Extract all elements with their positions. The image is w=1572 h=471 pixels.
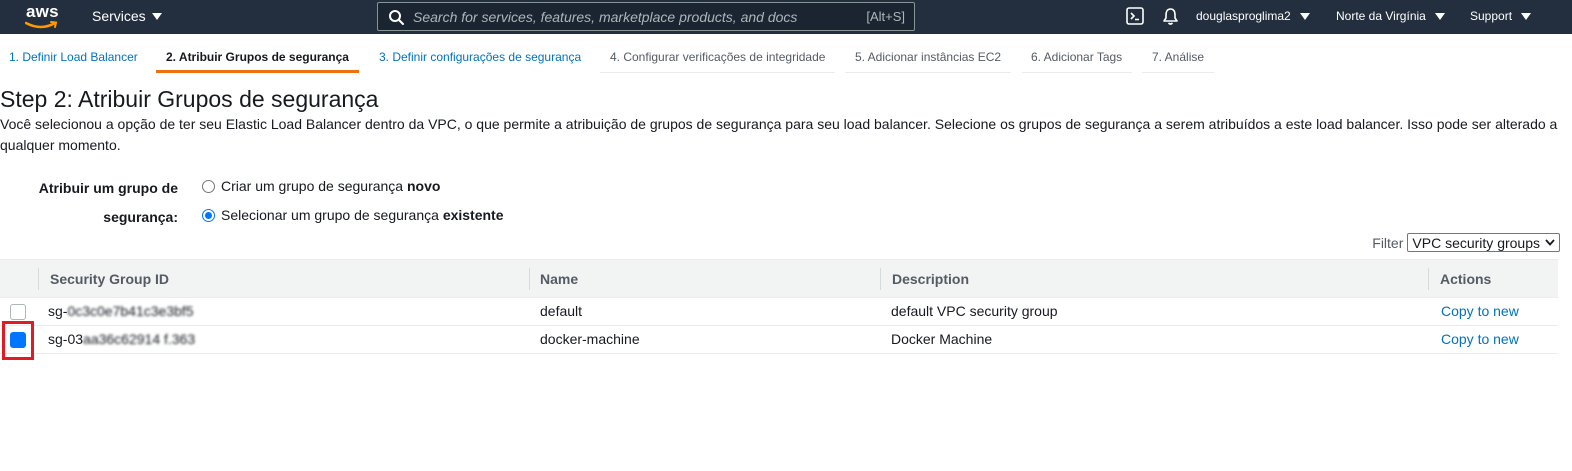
step-4-health-check: 4. Configurar verificações de integridad… [600, 44, 836, 73]
radio-button[interactable] [202, 179, 215, 193]
services-label: Services [92, 8, 146, 24]
step-7-review: 7. Análise [1142, 44, 1215, 73]
step-1-define-load-balancer[interactable]: 1. Definir Load Balancer [9, 44, 138, 73]
column-divider [880, 268, 881, 290]
security-group-name: default [540, 303, 583, 319]
column-header-security-group-id[interactable]: Security Group ID [50, 271, 169, 287]
search-shortcut: [Alt+S] [866, 9, 905, 24]
security-group-description: default VPC security group [891, 303, 1058, 319]
top-navigation-bar: aws Services Search for services, featur… [0, 0, 1572, 34]
chevron-down-icon [151, 12, 162, 20]
search-input[interactable]: Search for services, features, marketpla… [377, 2, 915, 31]
assign-group-label-line2: segurança: [103, 209, 178, 225]
step-3-security-settings[interactable]: 3. Definir configurações de segurança [379, 44, 581, 73]
radio-create-new-group[interactable]: Criar um grupo de segurança novo [202, 178, 440, 194]
filter-select-value: VPC security groups [1412, 234, 1540, 251]
column-header-description[interactable]: Description [892, 271, 969, 287]
column-divider [1428, 268, 1429, 290]
aws-logo-text: aws [26, 2, 59, 21]
column-divider [38, 268, 39, 290]
security-group-id-obscured: aa36c62914 f.363 [83, 331, 196, 347]
chevron-down-icon [1545, 239, 1555, 246]
page-description: Você selecionou a opção de ter seu Elast… [0, 116, 1558, 153]
support-menu[interactable]: Support [1470, 9, 1532, 23]
wizard-steps: 1. Definir Load Balancer 2. Atribuir Gru… [0, 44, 1572, 74]
search-icon [389, 10, 404, 25]
radio-button-selected[interactable] [202, 208, 215, 222]
aws-smile-icon [25, 21, 58, 29]
security-group-id-obscured: 0c3c0e7b41c3e3bf5 [67, 303, 194, 319]
table-header: Security Group ID Name Description Actio… [0, 259, 1558, 298]
security-group-id-prefix: sg- [48, 303, 68, 319]
page-title: Step 2: Atribuir Grupos de segurança [0, 86, 379, 112]
aws-logo[interactable]: aws [24, 2, 60, 30]
radio-select-existing-group[interactable]: Selecionar um grupo de segurança existen… [202, 207, 504, 223]
region-name: Norte da Virgínia [1336, 9, 1426, 23]
table-row[interactable]: sg-0c3c0e7b41c3e3bf5 default default VPC… [0, 298, 1558, 326]
step-2-assign-security-groups[interactable]: 2. Atribuir Grupos de segurança [156, 44, 359, 73]
column-divider [529, 268, 530, 290]
bell-icon[interactable] [1162, 7, 1179, 26]
services-menu[interactable]: Services [92, 8, 162, 24]
table-row[interactable]: sg-03aa36c62914 f.363 docker-machine Doc… [0, 326, 1558, 354]
support-label: Support [1470, 9, 1513, 23]
security-group-id-prefix: sg-03 [48, 331, 84, 347]
copy-to-new-link[interactable]: Copy to new [1441, 303, 1519, 319]
column-header-actions: Actions [1440, 271, 1492, 287]
account-name: douglasproglima2 [1196, 9, 1291, 23]
chevron-down-icon [1434, 12, 1445, 20]
security-group-description: Docker Machine [891, 331, 993, 347]
filter-control: Filter VPC security groups [1372, 233, 1560, 252]
radio-create-label-bold: novo [407, 178, 441, 194]
security-group-id: sg-0c3c0e7b41c3e3bf5 [48, 303, 194, 319]
filter-select[interactable]: VPC security groups [1407, 233, 1560, 252]
cloudshell-icon[interactable] [1126, 7, 1144, 25]
chevron-down-icon [1521, 12, 1532, 20]
security-group-id: sg-03aa36c62914 f.363 [48, 331, 195, 347]
step-5-add-ec2-instances: 5. Adicionar instâncias EC2 [845, 44, 1012, 73]
column-header-name[interactable]: Name [540, 271, 578, 287]
assign-group-label: Atribuir um grupo de segurança: [20, 177, 178, 228]
security-group-name: docker-machine [540, 331, 640, 347]
filter-label: Filter [1372, 234, 1404, 251]
radio-existing-label: Selecionar um grupo de segurança [221, 207, 443, 223]
row-checkbox[interactable] [10, 304, 26, 320]
copy-to-new-link[interactable]: Copy to new [1441, 331, 1519, 347]
selection-highlight-box [2, 321, 34, 360]
assign-group-label-line1: Atribuir um grupo de [38, 180, 178, 196]
radio-existing-label-bold: existente [442, 207, 504, 223]
account-menu[interactable]: douglasproglima2 [1196, 9, 1310, 23]
region-menu[interactable]: Norte da Virgínia [1336, 9, 1445, 23]
radio-create-label: Criar um grupo de segurança [221, 178, 407, 194]
search-placeholder: Search for services, features, marketpla… [413, 9, 798, 25]
chevron-down-icon [1299, 12, 1310, 20]
step-6-add-tags: 6. Adicionar Tags [1022, 44, 1133, 73]
